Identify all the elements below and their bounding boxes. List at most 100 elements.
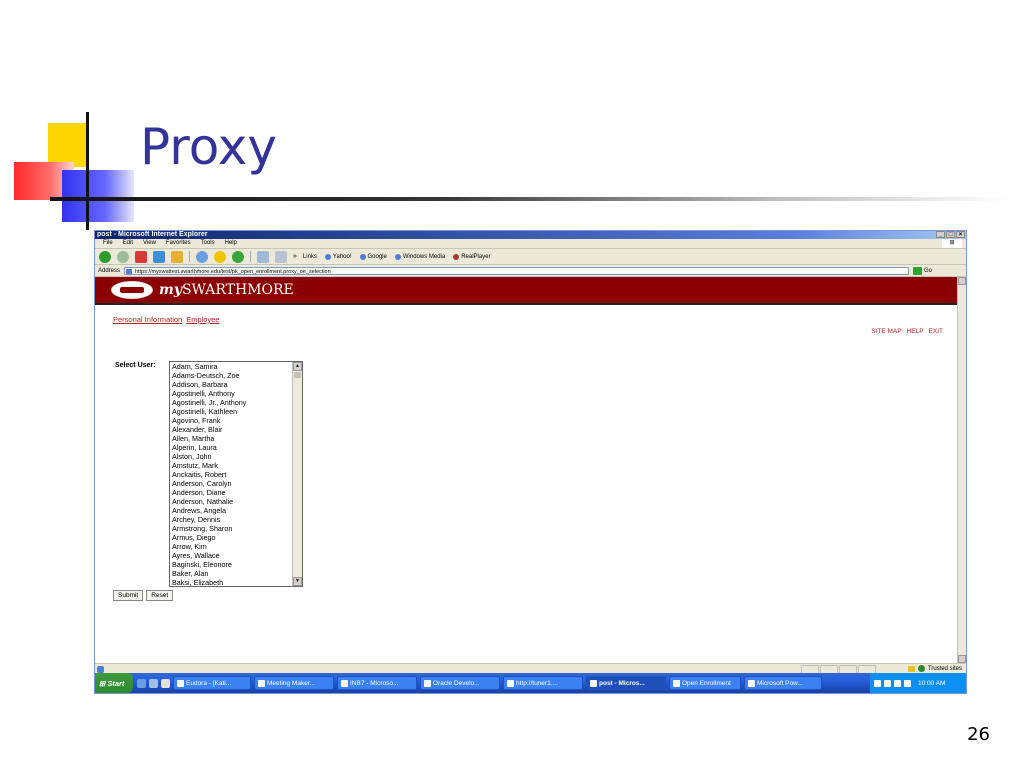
ie-quicklaunch-icon[interactable]	[137, 678, 146, 688]
list-option[interactable]: Armstrong, Sharon	[172, 524, 302, 533]
menu-edit[interactable]: Edit	[123, 239, 133, 248]
forward-icon[interactable]	[117, 250, 129, 263]
mail-icon[interactable]	[257, 250, 269, 263]
app-icon	[673, 679, 680, 687]
taskbar-button[interactable]: INB7 - Microso...	[337, 676, 417, 690]
swarthmore-seal-logo	[111, 281, 153, 299]
list-option[interactable]: Agostinelli, Anthony	[172, 389, 302, 398]
list-option[interactable]: Alexander, Blair	[172, 425, 302, 434]
site-map-link[interactable]: SITE MAP	[871, 328, 901, 335]
list-option[interactable]: Armus, Diego	[172, 533, 302, 542]
list-option[interactable]: Agostinelli, Kathleen	[172, 407, 302, 416]
list-option[interactable]: Agostinelli, Jr., Anthony	[172, 398, 302, 407]
page-content: mySWARTHMORE Personal Information Employ…	[95, 277, 957, 663]
menu-help[interactable]: Help	[225, 239, 237, 248]
list-option[interactable]: Ayres, Wallace	[172, 551, 302, 560]
scroll-down-arrow-icon[interactable]	[958, 655, 966, 663]
windows-logo-icon: ⊞	[942, 239, 962, 248]
menu-bar: File Edit View Favorites Tools Help ⊞	[95, 239, 966, 249]
start-button[interactable]: ⊞ Start	[95, 673, 133, 693]
toolbar: » Links Yahoo! Google Windows Media Real…	[95, 249, 966, 265]
nav-personal-information[interactable]: Personal Information	[113, 315, 182, 324]
list-option[interactable]: Agovino, Frank	[172, 416, 302, 425]
link-yahoo[interactable]: Yahoo!	[324, 253, 352, 260]
tray-icon[interactable]	[894, 679, 901, 687]
taskbar-button[interactable]: Meeting Maker...	[254, 676, 334, 690]
list-option[interactable]: Baginski, Eleonore	[172, 560, 302, 569]
links-label: Links	[302, 253, 317, 260]
link-google[interactable]: Google	[359, 253, 387, 260]
maximize-button[interactable]: □	[946, 231, 955, 238]
list-option[interactable]: Allen, Martha	[172, 434, 302, 443]
list-option[interactable]: Andrews, Angela	[172, 506, 302, 515]
scroll-up-arrow-icon[interactable]: ▲	[293, 362, 302, 371]
slide-decoration-vertical-line	[86, 112, 89, 230]
taskbar-button[interactable]: Eudora - [Kati...	[173, 676, 251, 690]
taskbar-button[interactable]: post - Micros...	[586, 676, 666, 690]
site-banner: mySWARTHMORE	[95, 277, 957, 305]
list-option[interactable]: Adams-Deutsch, Zoe	[172, 371, 302, 380]
user-listbox[interactable]: Adam, Samira Adams-Deutsch, Zoe Addison, B…	[169, 361, 303, 587]
back-icon[interactable]	[99, 250, 111, 263]
minimize-button[interactable]: _	[936, 231, 945, 238]
taskbar-button-label: Microsoft Pow...	[757, 679, 803, 687]
list-option[interactable]: Arrow, Kim	[172, 542, 302, 551]
tray-icon[interactable]	[874, 679, 881, 687]
nav-employee[interactable]: Employee	[186, 315, 219, 324]
list-option[interactable]: Anderson, Diane	[172, 488, 302, 497]
toolbar-overflow-icon[interactable]: »	[293, 253, 297, 260]
list-option[interactable]: Anckaitis, Robert	[172, 470, 302, 479]
taskbar-button-label: Eudora - [Kati...	[186, 679, 232, 687]
menu-view[interactable]: View	[143, 239, 156, 248]
print-icon[interactable]	[275, 250, 287, 263]
app-icon	[258, 679, 265, 687]
history-icon[interactable]	[232, 250, 244, 263]
link-realplayer[interactable]: RealPlayer	[453, 253, 491, 260]
desktop-quicklaunch-icon[interactable]	[149, 678, 158, 688]
search-icon[interactable]	[196, 250, 208, 263]
taskbar-button[interactable]: Microsoft Pow...	[744, 676, 822, 690]
exit-link[interactable]: EXIT	[929, 328, 943, 335]
address-input[interactable]: https://myswattest.swarthmore.edu/test/p…	[124, 266, 910, 275]
list-option[interactable]: Addison, Barbara	[172, 380, 302, 389]
reset-button[interactable]: Reset	[146, 590, 174, 601]
taskbar-button[interactable]: Oracle Develo...	[420, 676, 500, 690]
menu-favorites[interactable]: Favorites	[166, 239, 191, 248]
menu-file[interactable]: File	[103, 239, 113, 248]
window-titlebar: post - Microsoft Internet Explorer _ □ ×	[95, 231, 966, 239]
scroll-up-arrow-icon[interactable]	[958, 277, 966, 285]
help-link[interactable]: HELP	[907, 328, 924, 335]
scroll-thumb[interactable]	[294, 372, 301, 378]
quick-launch	[137, 678, 170, 688]
list-option[interactable]: Baker, Alan	[172, 569, 302, 578]
scroll-down-arrow-icon[interactable]: ▼	[293, 577, 302, 586]
menu-tools[interactable]: Tools	[201, 239, 215, 248]
refresh-icon[interactable]	[153, 250, 165, 263]
home-icon[interactable]	[171, 250, 183, 263]
link-windows-media[interactable]: Windows Media	[394, 253, 445, 260]
app-icon	[424, 679, 431, 687]
stop-icon[interactable]	[135, 250, 147, 263]
page-scrollbar[interactable]	[957, 277, 966, 663]
clock: 10:00 AM	[918, 679, 946, 687]
list-option[interactable]: Adam, Samira	[172, 362, 302, 371]
submit-button[interactable]: Submit	[113, 590, 144, 601]
listbox-scrollbar[interactable]: ▲ ▼	[292, 362, 302, 586]
site-brand: mySWARTHMORE	[159, 282, 294, 298]
system-tray: 10:00 AM	[870, 673, 966, 693]
list-option[interactable]: Alperin, Laura	[172, 443, 302, 452]
taskbar-button[interactable]: Open Enrollment	[669, 676, 741, 690]
media-quicklaunch-icon[interactable]	[161, 678, 170, 688]
list-option[interactable]: Anderson, Carolyn	[172, 479, 302, 488]
taskbar-button[interactable]: http://tuner1....	[503, 676, 583, 690]
tray-icon[interactable]	[884, 679, 891, 687]
favorites-star-icon[interactable]	[214, 250, 226, 263]
list-option[interactable]: Anderson, Nathalie	[172, 497, 302, 506]
list-option[interactable]: Baksi, Elizabeth	[172, 578, 302, 586]
list-option[interactable]: Archey, Dennis	[172, 515, 302, 524]
go-button[interactable]: Go	[913, 266, 932, 275]
close-button[interactable]: ×	[956, 231, 965, 238]
list-option[interactable]: Amstutz, Mark	[172, 461, 302, 470]
list-option[interactable]: Alston, John	[172, 452, 302, 461]
tray-icon[interactable]	[904, 679, 911, 687]
